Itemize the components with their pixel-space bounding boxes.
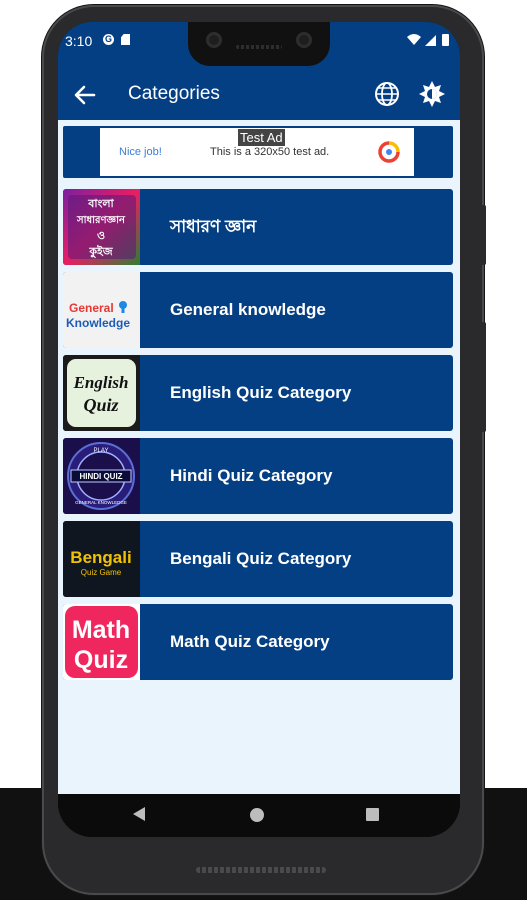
page-title: Categories: [128, 83, 220, 104]
arrow-back-icon[interactable]: [70, 80, 100, 110]
bangla-gk-thumbnail: বাংলা সাধারণজ্ঞান ও কুইজ: [63, 189, 140, 265]
back-triangle-icon[interactable]: [133, 807, 145, 821]
category-label: Hindi Quiz Category: [170, 466, 333, 485]
signal-icon: [425, 35, 436, 46]
category-item-bengali-quiz[interactable]: Bengali Quiz Game Bengali Quiz Category: [63, 521, 453, 597]
recents-square-icon[interactable]: [366, 808, 379, 821]
admob-logo-icon: [378, 141, 400, 163]
english-quiz-thumbnail: English Quiz: [63, 355, 140, 431]
category-item-hindi-quiz[interactable]: PLAY HINDI QUIZ GENERAL KNOWLEDGE Hindi …: [63, 438, 453, 514]
wifi-icon: [407, 34, 421, 45]
notch: [188, 22, 330, 66]
google-g-icon: G: [103, 34, 114, 45]
svg-text:English: English: [73, 373, 129, 392]
svg-text:PLAY: PLAY: [94, 448, 109, 454]
category-label: Bengali Quiz Category: [170, 549, 352, 568]
category-label: সাধারণ জ্ঞান: [170, 217, 257, 236]
test-ad-label: Test Ad: [238, 129, 285, 146]
power-button: [481, 205, 486, 265]
svg-text:Math: Math: [72, 616, 130, 644]
math-quiz-thumbnail: Math Quiz: [63, 604, 140, 680]
svg-text:সাধারণজ্ঞান: সাধারণজ্ঞান: [76, 215, 126, 226]
brightness-icon[interactable]: [418, 80, 446, 108]
bengali-quiz-thumbnail: Bengali Quiz Game: [63, 521, 140, 597]
general-knowledge-thumbnail: General Knowledge: [63, 272, 140, 348]
svg-text:বাংলা: বাংলা: [87, 198, 114, 210]
svg-text:কুইজ: কুইজ: [88, 244, 113, 259]
earpiece-speaker: [236, 45, 282, 49]
system-nav-bar: [58, 794, 460, 837]
category-label: English Quiz Category: [170, 383, 352, 402]
category-label: General knowledge: [170, 300, 326, 319]
status-right-icons: [407, 34, 449, 46]
category-content: Nice job! This is a 320x50 test ad. Test…: [58, 120, 460, 794]
front-camera-icon: [206, 32, 222, 48]
svg-text:Quiz: Quiz: [83, 395, 118, 415]
category-item-general-knowledge[interactable]: General Knowledge General knowledge: [63, 272, 453, 348]
svg-text:Quiz Game: Quiz Game: [81, 568, 122, 577]
svg-text:Knowledge: Knowledge: [66, 316, 130, 330]
hindi-quiz-thumbnail: PLAY HINDI QUIZ GENERAL KNOWLEDGE: [63, 438, 140, 514]
bottom-speaker: [196, 867, 326, 873]
category-item-math-quiz[interactable]: Math Quiz Math Quiz Category: [63, 604, 453, 680]
svg-text:HINDI QUIZ: HINDI QUIZ: [79, 472, 122, 481]
battery-icon: [442, 34, 449, 46]
category-item-english-quiz[interactable]: English Quiz English Quiz Category: [63, 355, 453, 431]
category-item-general-knowledge-bengali[interactable]: বাংলা সাধারণজ্ঞান ও কুইজ সাধারণ জ্ঞান: [63, 189, 453, 265]
phone-screen: 3:10 G Categories Nice job! This is a 32…: [58, 22, 460, 837]
svg-text:Bengali: Bengali: [70, 548, 131, 567]
home-circle-icon[interactable]: [250, 808, 264, 822]
svg-text:GENERAL KNOWLEDGE: GENERAL KNOWLEDGE: [75, 500, 127, 505]
category-label: Math Quiz Category: [170, 632, 330, 651]
front-sensor-icon: [296, 32, 312, 48]
status-time: 3:10: [65, 33, 93, 49]
svg-text:ও: ও: [97, 230, 105, 242]
globe-icon[interactable]: [373, 80, 401, 108]
ad-description: This is a 320x50 test ad.: [210, 146, 330, 158]
ad-banner[interactable]: Nice job! This is a 320x50 test ad. Test…: [63, 126, 453, 178]
volume-button: [481, 322, 486, 432]
ad-nice-text: Nice job!: [119, 146, 162, 158]
svg-text:Quiz: Quiz: [74, 646, 128, 674]
svg-text:General: General: [69, 301, 114, 315]
